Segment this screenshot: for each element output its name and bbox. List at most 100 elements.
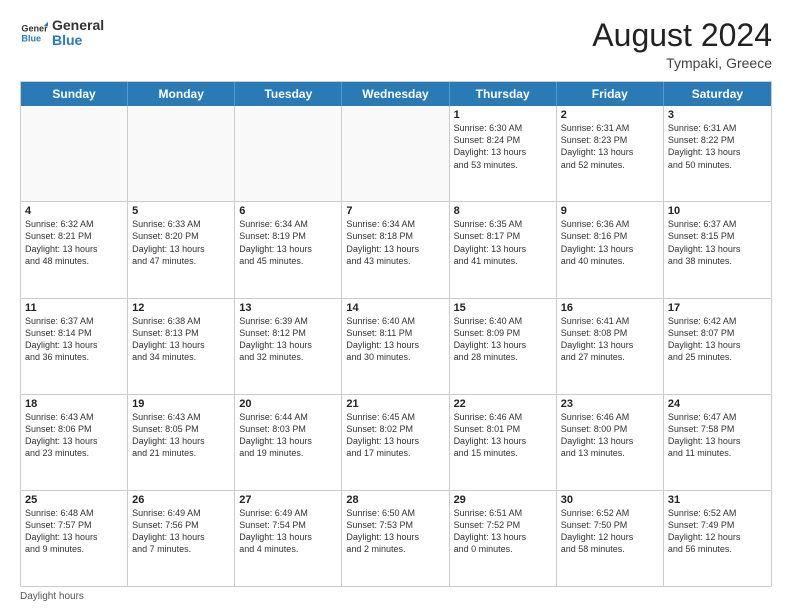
calendar-cell: 13Sunrise: 6:39 AM Sunset: 8:12 PM Dayli…: [235, 299, 342, 394]
calendar-cell: 20Sunrise: 6:44 AM Sunset: 8:03 PM Dayli…: [235, 395, 342, 490]
day-number: 4: [25, 205, 123, 217]
day-number: 15: [454, 302, 552, 314]
cell-info: Sunrise: 6:52 AM Sunset: 7:50 PM Dayligh…: [561, 507, 659, 556]
day-number: 2: [561, 109, 659, 121]
month-year: August 2024: [592, 18, 772, 53]
day-number: 14: [346, 302, 444, 314]
calendar-cell: 10Sunrise: 6:37 AM Sunset: 8:15 PM Dayli…: [664, 202, 771, 297]
day-number: 18: [25, 398, 123, 410]
day-number: 12: [132, 302, 230, 314]
cell-info: Sunrise: 6:42 AM Sunset: 8:07 PM Dayligh…: [668, 315, 767, 364]
cell-info: Sunrise: 6:37 AM Sunset: 8:14 PM Dayligh…: [25, 315, 123, 364]
calendar-cell: 15Sunrise: 6:40 AM Sunset: 8:09 PM Dayli…: [450, 299, 557, 394]
calendar-cell: 31Sunrise: 6:52 AM Sunset: 7:49 PM Dayli…: [664, 491, 771, 586]
day-number: 28: [346, 494, 444, 506]
calendar-row-1: 1Sunrise: 6:30 AM Sunset: 8:24 PM Daylig…: [21, 106, 771, 201]
day-number: 26: [132, 494, 230, 506]
footer-note: Daylight hours: [20, 591, 772, 602]
calendar-row-3: 11Sunrise: 6:37 AM Sunset: 8:14 PM Dayli…: [21, 298, 771, 394]
calendar-cell: 12Sunrise: 6:38 AM Sunset: 8:13 PM Dayli…: [128, 299, 235, 394]
cell-info: Sunrise: 6:43 AM Sunset: 8:05 PM Dayligh…: [132, 411, 230, 460]
calendar-cell: 17Sunrise: 6:42 AM Sunset: 8:07 PM Dayli…: [664, 299, 771, 394]
calendar-cell: 4Sunrise: 6:32 AM Sunset: 8:21 PM Daylig…: [21, 202, 128, 297]
day-number: 22: [454, 398, 552, 410]
calendar-cell: 8Sunrise: 6:35 AM Sunset: 8:17 PM Daylig…: [450, 202, 557, 297]
calendar-cell: 3Sunrise: 6:31 AM Sunset: 8:22 PM Daylig…: [664, 106, 771, 201]
day-number: 27: [239, 494, 337, 506]
logo-blue: Blue: [52, 33, 104, 48]
calendar-cell: 11Sunrise: 6:37 AM Sunset: 8:14 PM Dayli…: [21, 299, 128, 394]
cell-info: Sunrise: 6:38 AM Sunset: 8:13 PM Dayligh…: [132, 315, 230, 364]
calendar-cell: 6Sunrise: 6:34 AM Sunset: 8:19 PM Daylig…: [235, 202, 342, 297]
day-header-tuesday: Tuesday: [235, 82, 342, 106]
day-header-wednesday: Wednesday: [342, 82, 449, 106]
calendar-cell: [21, 106, 128, 201]
logo-icon: General Blue: [20, 19, 48, 47]
day-number: 24: [668, 398, 767, 410]
calendar-cell: 21Sunrise: 6:45 AM Sunset: 8:02 PM Dayli…: [342, 395, 449, 490]
day-number: 25: [25, 494, 123, 506]
calendar-cell: 25Sunrise: 6:48 AM Sunset: 7:57 PM Dayli…: [21, 491, 128, 586]
day-header-thursday: Thursday: [450, 82, 557, 106]
cell-info: Sunrise: 6:36 AM Sunset: 8:16 PM Dayligh…: [561, 218, 659, 267]
title-block: August 2024 Tympaki, Greece: [592, 18, 772, 71]
calendar-cell: 27Sunrise: 6:49 AM Sunset: 7:54 PM Dayli…: [235, 491, 342, 586]
cell-info: Sunrise: 6:33 AM Sunset: 8:20 PM Dayligh…: [132, 218, 230, 267]
cell-info: Sunrise: 6:31 AM Sunset: 8:23 PM Dayligh…: [561, 122, 659, 171]
day-header-sunday: Sunday: [21, 82, 128, 106]
cell-info: Sunrise: 6:31 AM Sunset: 8:22 PM Dayligh…: [668, 122, 767, 171]
day-number: 30: [561, 494, 659, 506]
calendar-row-5: 25Sunrise: 6:48 AM Sunset: 7:57 PM Dayli…: [21, 490, 771, 586]
calendar-cell: [342, 106, 449, 201]
calendar-cell: 2Sunrise: 6:31 AM Sunset: 8:23 PM Daylig…: [557, 106, 664, 201]
calendar-cell: 9Sunrise: 6:36 AM Sunset: 8:16 PM Daylig…: [557, 202, 664, 297]
calendar-cell: 29Sunrise: 6:51 AM Sunset: 7:52 PM Dayli…: [450, 491, 557, 586]
day-number: 20: [239, 398, 337, 410]
calendar-cell: 5Sunrise: 6:33 AM Sunset: 8:20 PM Daylig…: [128, 202, 235, 297]
logo-general: General: [52, 18, 104, 33]
day-number: 17: [668, 302, 767, 314]
cell-info: Sunrise: 6:45 AM Sunset: 8:02 PM Dayligh…: [346, 411, 444, 460]
cell-info: Sunrise: 6:37 AM Sunset: 8:15 PM Dayligh…: [668, 218, 767, 267]
svg-text:General: General: [21, 24, 48, 34]
day-number: 8: [454, 205, 552, 217]
cell-info: Sunrise: 6:51 AM Sunset: 7:52 PM Dayligh…: [454, 507, 552, 556]
calendar-cell: 19Sunrise: 6:43 AM Sunset: 8:05 PM Dayli…: [128, 395, 235, 490]
calendar-cell: [235, 106, 342, 201]
location: Tympaki, Greece: [592, 55, 772, 71]
cell-info: Sunrise: 6:48 AM Sunset: 7:57 PM Dayligh…: [25, 507, 123, 556]
cell-info: Sunrise: 6:40 AM Sunset: 8:09 PM Dayligh…: [454, 315, 552, 364]
cell-info: Sunrise: 6:40 AM Sunset: 8:11 PM Dayligh…: [346, 315, 444, 364]
day-number: 19: [132, 398, 230, 410]
cell-info: Sunrise: 6:49 AM Sunset: 7:54 PM Dayligh…: [239, 507, 337, 556]
cell-info: Sunrise: 6:32 AM Sunset: 8:21 PM Dayligh…: [25, 218, 123, 267]
calendar-row-2: 4Sunrise: 6:32 AM Sunset: 8:21 PM Daylig…: [21, 201, 771, 297]
day-number: 31: [668, 494, 767, 506]
calendar-cell: 16Sunrise: 6:41 AM Sunset: 8:08 PM Dayli…: [557, 299, 664, 394]
calendar-cell: 26Sunrise: 6:49 AM Sunset: 7:56 PM Dayli…: [128, 491, 235, 586]
calendar-cell: 14Sunrise: 6:40 AM Sunset: 8:11 PM Dayli…: [342, 299, 449, 394]
page: General Blue General Blue August 2024 Ty…: [0, 0, 792, 612]
day-number: 16: [561, 302, 659, 314]
logo: General Blue General Blue: [20, 18, 104, 49]
calendar-cell: 24Sunrise: 6:47 AM Sunset: 7:58 PM Dayli…: [664, 395, 771, 490]
cell-info: Sunrise: 6:39 AM Sunset: 8:12 PM Dayligh…: [239, 315, 337, 364]
header: General Blue General Blue August 2024 Ty…: [20, 18, 772, 71]
day-number: 23: [561, 398, 659, 410]
calendar-cell: 28Sunrise: 6:50 AM Sunset: 7:53 PM Dayli…: [342, 491, 449, 586]
day-header-friday: Friday: [557, 82, 664, 106]
calendar-row-4: 18Sunrise: 6:43 AM Sunset: 8:06 PM Dayli…: [21, 394, 771, 490]
svg-text:Blue: Blue: [21, 34, 41, 44]
cell-info: Sunrise: 6:35 AM Sunset: 8:17 PM Dayligh…: [454, 218, 552, 267]
calendar: SundayMondayTuesdayWednesdayThursdayFrid…: [20, 81, 772, 587]
cell-info: Sunrise: 6:52 AM Sunset: 7:49 PM Dayligh…: [668, 507, 767, 556]
calendar-cell: 30Sunrise: 6:52 AM Sunset: 7:50 PM Dayli…: [557, 491, 664, 586]
cell-info: Sunrise: 6:43 AM Sunset: 8:06 PM Dayligh…: [25, 411, 123, 460]
cell-info: Sunrise: 6:44 AM Sunset: 8:03 PM Dayligh…: [239, 411, 337, 460]
calendar-cell: 7Sunrise: 6:34 AM Sunset: 8:18 PM Daylig…: [342, 202, 449, 297]
day-number: 11: [25, 302, 123, 314]
calendar-header: SundayMondayTuesdayWednesdayThursdayFrid…: [21, 82, 771, 106]
cell-info: Sunrise: 6:34 AM Sunset: 8:19 PM Dayligh…: [239, 218, 337, 267]
day-number: 21: [346, 398, 444, 410]
day-number: 7: [346, 205, 444, 217]
